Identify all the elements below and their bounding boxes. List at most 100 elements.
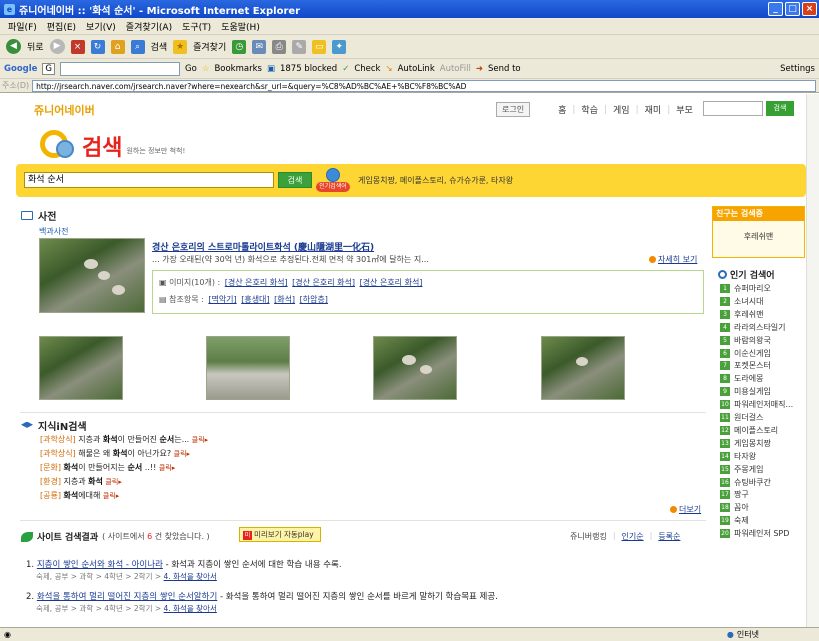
image-link-1[interactable]: [경산 은호리 화석] [225,278,288,287]
popular-keyword-item[interactable]: 17 짱구 [720,489,749,500]
popular-keyword-item[interactable]: 1 슈퍼마리오 [720,283,771,294]
sort-registered[interactable]: 등록순 [658,531,680,542]
menu-view[interactable]: 보기(V) [86,20,116,33]
ref-link-2[interactable]: [흥생대] [241,295,269,304]
popular-keyword-item[interactable]: 4 라라의스타일기 [720,322,786,333]
nav-home[interactable]: 홈 [558,103,566,116]
home-icon[interactable]: ⌂ [110,39,125,54]
history-icon[interactable]: ◷ [232,39,247,54]
back-arrow-icon[interactable]: ◀ [6,39,21,54]
search-toolbar-label[interactable]: 검색 [151,40,168,53]
menu-file[interactable]: 파일(F) [8,20,37,33]
sort-popular[interactable]: 인기순 [622,531,644,542]
top-search-button[interactable]: 검색 [766,101,794,116]
nav-fun[interactable]: 재미 [645,103,662,116]
back-button[interactable]: 뒤로 [27,40,44,53]
dictionary-thumb-3[interactable] [373,336,457,400]
bookmarks-button[interactable]: Bookmarks [214,64,262,74]
messenger-icon[interactable]: ✦ [332,39,347,54]
popular-keyword-item[interactable]: 18 꼼아 [720,502,749,513]
popular-keyword-item[interactable]: 19 숙제 [720,515,749,526]
maximize-button[interactable]: □ [785,2,800,16]
popular-keyword-item[interactable]: 9 미용실게임 [720,386,771,397]
ref-link-3[interactable]: [화석] [274,295,295,304]
folder-icon[interactable]: ▭ [312,39,327,54]
popular-keyword-item[interactable]: 8 도라에몽 [720,373,763,384]
dictionary-more-link[interactable]: 자세히 보기 [649,254,697,265]
popular-keyword-item[interactable]: 11 원더걸스 [720,412,763,423]
knowledge-item[interactable]: [환경] 지층과 화석 클릭▸ [40,476,122,487]
nav-game[interactable]: 게임 [613,103,630,116]
dictionary-thumb-2[interactable] [206,336,290,400]
edit-icon[interactable]: ✎ [292,39,307,54]
popular-keyword-item[interactable]: 20 파워레인저 SPD [720,528,789,539]
image-link-3[interactable]: [경산 은호리 화석] [360,278,423,287]
search-icon[interactable]: ⌕ [130,39,145,54]
hot-keywords-badge[interactable]: 인기검색어 [316,168,350,192]
dictionary-main-image[interactable] [39,238,145,313]
popular-keyword-item[interactable]: 16 슈팅바쿠간 [720,477,771,488]
favorites-toolbar-label[interactable]: 즐겨찾기 [193,40,226,53]
google-go-button[interactable]: Go [185,64,197,74]
menu-help[interactable]: 도움말(H) [221,20,260,33]
menu-edit[interactable]: 편집(E) [47,20,76,33]
sort-ranking[interactable]: 쥬니버랭킹 [570,531,607,542]
popular-keyword-item[interactable]: 3 후레쉬맨 [720,309,763,320]
favorites-star-icon[interactable]: ★ [173,39,188,54]
dictionary-entry-title[interactable]: 경산 은호리의 스트로마톨라이트화석 (慶山隱湖里一化石) [152,240,374,253]
menu-tools[interactable]: 도구(T) [182,20,211,33]
dictionary-thumb-1[interactable] [39,336,123,400]
nav-parents[interactable]: 부모 [676,103,693,116]
search-brand-logo[interactable]: 검색 원하는 정보만 척척! [40,128,185,162]
mail-icon[interactable]: ✉ [252,39,267,54]
ref-link-4[interactable]: [하암층] [300,295,328,304]
popular-keyword-item[interactable]: 10 파워레인저매직... [720,399,793,410]
popular-keyword-item[interactable]: 15 주몽게임 [720,464,763,475]
refresh-icon[interactable]: ↻ [90,39,105,54]
autofill-button[interactable]: AutoFill [440,64,471,74]
google-g-button[interactable]: G [42,62,56,75]
settings-button[interactable]: Settings [780,64,815,74]
popup-blocked-count[interactable]: 1875 blocked [280,64,337,74]
main-search-button[interactable]: 검색 [278,172,312,188]
top-search-input[interactable] [703,101,763,116]
vertical-scrollbar[interactable] [806,94,819,627]
minimize-button[interactable]: _ [768,2,783,16]
ref-link-1[interactable]: [멱악기] [208,295,236,304]
breadcrumb-link[interactable]: 4. 화석을 찾아서 [164,572,217,581]
hot-keywords-list[interactable]: 게임몽치짱, 메이플스토리, 슈가슈가룬, 타자왕 [358,175,513,186]
google-search-input[interactable] [60,61,181,76]
address-input[interactable]: http://jrsearch.naver.com/jrsearch.naver… [32,79,816,92]
popular-keyword-item[interactable]: 14 타자왕 [720,451,756,462]
popular-keyword-item[interactable]: 6 이순신게임 [720,348,771,359]
encyclopedia-label[interactable]: 백과사전 [39,226,68,237]
check-button[interactable]: Check [354,64,380,74]
popular-keyword-item[interactable]: 7 포켓몬스터 [720,360,771,371]
forward-arrow-icon[interactable]: ▶ [49,39,65,54]
site-logo[interactable]: 쥬니어네이버 [34,102,95,118]
knowledge-item[interactable]: [과학상식] 지층과 화석이 만들어진 순서는... 클릭▸ [40,434,208,445]
popular-keyword-item[interactable]: 2 소녀시대 [720,296,763,307]
knowledge-item[interactable]: [과학상식] 해물은 왜 화석이 아닌가요? 클릭▸ [40,448,190,459]
site-result-link[interactable]: 화석을 통하여 멀리 떨어진 지층의 쌓인 순서알하기 [37,592,217,602]
friends-searching-item[interactable]: 후레쉬맨 [713,231,804,242]
autolink-button[interactable]: AutoLink [398,64,435,74]
knowledge-item[interactable]: [공룡] 화석에대해 클릭▸ [40,490,119,501]
menu-favorites[interactable]: 즐겨찾기(A) [126,20,172,33]
close-button[interactable]: × [802,2,817,16]
knowledge-item[interactable]: [문화] 화석이 만들어지는 순서 ..!! 클릭▸ [40,462,175,473]
dictionary-thumb-4[interactable] [541,336,625,400]
sendto-button[interactable]: Send to [488,64,521,74]
preview-autoplay-button[interactable]: 미 미리보기 자동play [239,527,321,542]
stop-icon[interactable]: × [70,39,85,54]
nav-study[interactable]: 학습 [581,103,598,116]
site-result-link[interactable]: 지층이 쌓인 순서와 화석 - 아이나라 [37,560,163,570]
knowledge-more-link[interactable]: 더보기 [670,504,701,515]
image-link-2[interactable]: [경산 은호리 화석] [292,278,355,287]
popular-keyword-item[interactable]: 13 게임몽치짱 [720,438,771,449]
login-button[interactable]: 로그인 [496,102,531,117]
breadcrumb-link[interactable]: 4. 화석을 찾아서 [164,604,217,613]
main-search-input[interactable]: 화석 순서 [24,172,274,188]
popular-keyword-item[interactable]: 5 바람의왕국 [720,335,771,346]
print-icon[interactable]: ⎙ [272,39,287,54]
